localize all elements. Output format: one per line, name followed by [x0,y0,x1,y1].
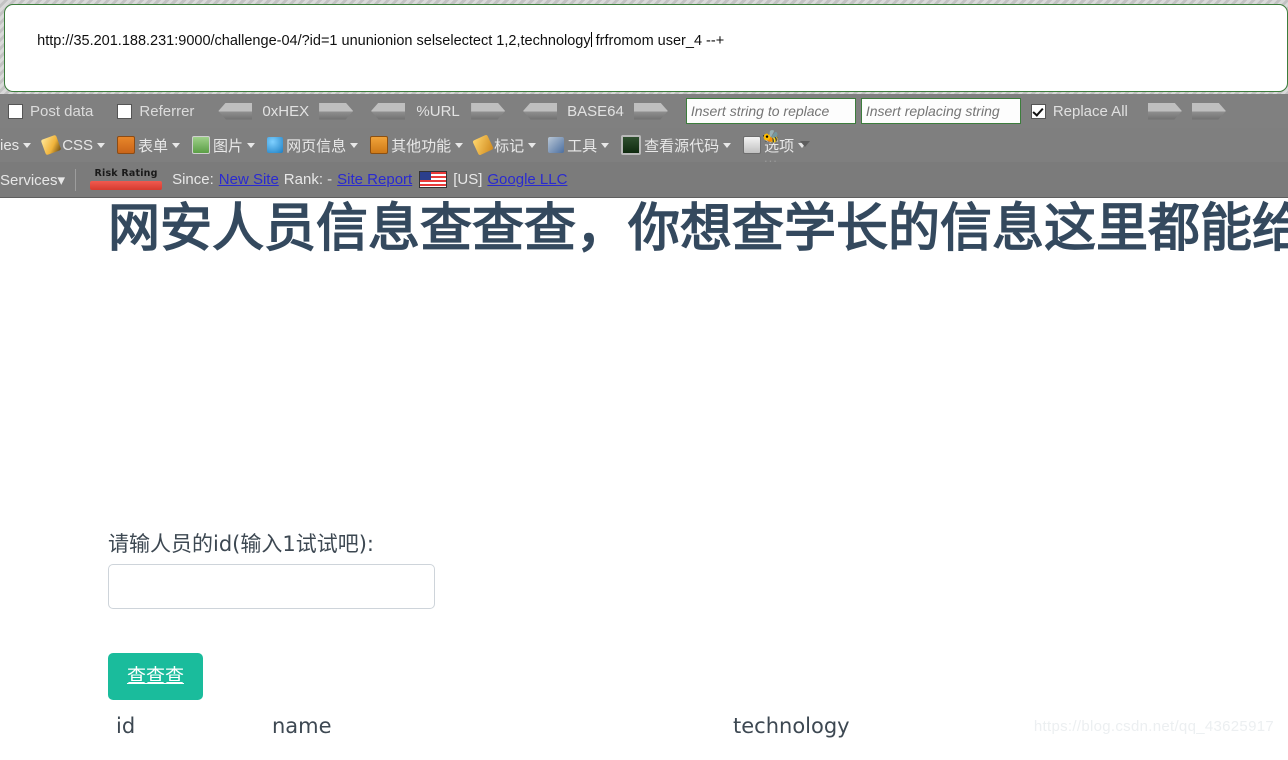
switch-icon [743,136,762,154]
hex-encode-arrow-icon[interactable] [319,102,354,120]
menu-forms-label: 表单 [138,137,169,155]
chevron-down-icon [601,142,610,148]
hex-decode-arrow-icon[interactable] [218,102,253,120]
rank-label: Rank: - [283,171,333,188]
menu-other-tools-label: 其他功能 [391,137,452,155]
url-text-main: http://35.201.188.231:9000/challenge-04/… [37,33,591,49]
chevron-down-icon [723,142,732,148]
pencil-icon [472,134,494,156]
search-button[interactable]: 查查查 [108,653,203,700]
monitor-icon [621,135,642,155]
risk-rating-bar [90,181,163,190]
chevron-down-icon [528,142,537,148]
menu-cookies-label: ies [0,136,20,154]
overflow-dots[interactable]: ... [764,150,778,165]
replace-with-input[interactable] [860,98,1021,124]
hackbar-panel: http://35.201.188.231:9000/challenge-04/… [0,0,1288,198]
replace-all-label: Replace All [1052,102,1128,120]
hex-encoder-group: 0xHEX [218,102,354,120]
id-input[interactable] [108,564,435,609]
replace-undo-arrow-icon[interactable] [1191,102,1226,120]
menu-cookies[interactable]: ies [0,136,32,154]
menu-images-label: 图片 [213,137,244,155]
seoquake-services-label: Services [0,171,58,189]
menu-marks[interactable]: 标记 [472,134,537,156]
url-field-wrapper: http://35.201.188.231:9000/challenge-04/… [4,4,1288,94]
notepad-icon [370,136,389,154]
base64-encode-arrow-icon[interactable] [633,102,668,120]
replace-all-checkbox[interactable] [1030,103,1046,119]
base64-label: BASE64 [567,102,624,120]
watermark: https://blog.csdn.net/qq_43625917 [1033,718,1274,735]
spider-icon[interactable]: 🐝 [762,130,786,146]
toolbar-divider [75,168,77,191]
risk-rating-label: Risk Rating [94,168,158,179]
wrench-icon [548,137,565,153]
column-header-id: id [108,706,264,743]
post-data-label: Post data [30,102,94,120]
url-input[interactable]: http://35.201.188.231:9000/challenge-04/… [4,4,1288,92]
base64-encoder-group: BASE64 [523,102,668,120]
page-body: 网安人员信息查查查，你想查学长的信息这里都能给你 请输人员的id(输入1试试吧)… [0,198,1288,743]
menu-page-info[interactable]: 网页信息 [267,135,359,156]
wand-icon [40,134,62,156]
chevron-down-icon [172,142,181,148]
column-header-name: name [264,706,725,743]
menu-marks-label: 标记 [494,137,525,155]
url-encode-arrow-icon[interactable] [471,102,506,120]
new-site-link[interactable]: New Site [219,171,279,188]
post-data-toggle[interactable]: Post data [8,103,93,120]
since-label: Since: [172,171,214,188]
risk-rating-widget[interactable]: Risk Rating [90,168,163,190]
seoquake-services-menu[interactable]: Services▾ [0,171,65,189]
menu-tools[interactable]: 工具 [548,135,610,156]
menu-view-source[interactable]: 查看源代码 [621,135,732,156]
hackbar-toolbar-row: Post data Referrer 0xHEX %URL BASE64 Rep… [0,94,1288,128]
referrer-toggle[interactable]: Referrer [117,103,194,120]
seoquake-toolbar: Services▾ Risk Rating Since: New Site Ra… [0,162,1288,198]
menu-page-info-label: 网页信息 [286,137,347,155]
menu-images[interactable]: 图片 [192,135,256,156]
menu-other-tools[interactable]: 其他功能 [370,135,464,156]
replace-actions [1147,102,1226,120]
url-text-tail: frfromom user_4 --+ [591,33,725,49]
clipboard-icon [117,136,136,154]
base64-decode-arrow-icon[interactable] [523,102,558,120]
menu-tools-label: 工具 [567,137,598,155]
info-icon [267,137,284,153]
chevron-down-icon [350,142,359,148]
web-developer-toolbar: ies CSS 表单 图片 网页信息 其他功能 标记 工具 查看源代码 选项 🐝… [0,128,1288,165]
menu-css-label: CSS [62,136,94,154]
organization-link[interactable]: Google LLC [487,171,567,188]
replace-search-input[interactable] [685,98,856,124]
chevron-down-icon [247,142,256,148]
us-flag-icon [419,171,448,188]
chevron-down-icon [455,142,464,148]
url-label: %URL [416,102,460,120]
menu-forms[interactable]: 表单 [117,135,181,156]
hex-label: 0xHEX [262,102,310,120]
chevron-down-icon [97,142,106,148]
referrer-checkbox[interactable] [117,103,133,119]
id-input-label: 请输人员的id(输入1试试吧): [108,532,374,556]
url-decode-arrow-icon[interactable] [371,102,406,120]
toolbar-overflow-chevron-icon[interactable] [800,141,810,147]
url-encoder-group: %URL [371,102,506,120]
country-label: [US] [453,171,483,188]
referrer-label: Referrer [139,102,195,120]
menu-css[interactable]: CSS [40,134,106,156]
site-report-link[interactable]: Site Report [337,171,412,188]
chevron-down-icon [23,142,32,148]
post-data-checkbox[interactable] [8,103,23,119]
page-title: 网安人员信息查查查，你想查学长的信息这里都能给你 [108,199,1288,259]
replace-all-toggle[interactable]: Replace All [1030,102,1128,120]
replace-apply-arrow-icon[interactable] [1147,102,1182,120]
menu-view-source-label: 查看源代码 [644,137,720,155]
image-icon [192,136,211,154]
